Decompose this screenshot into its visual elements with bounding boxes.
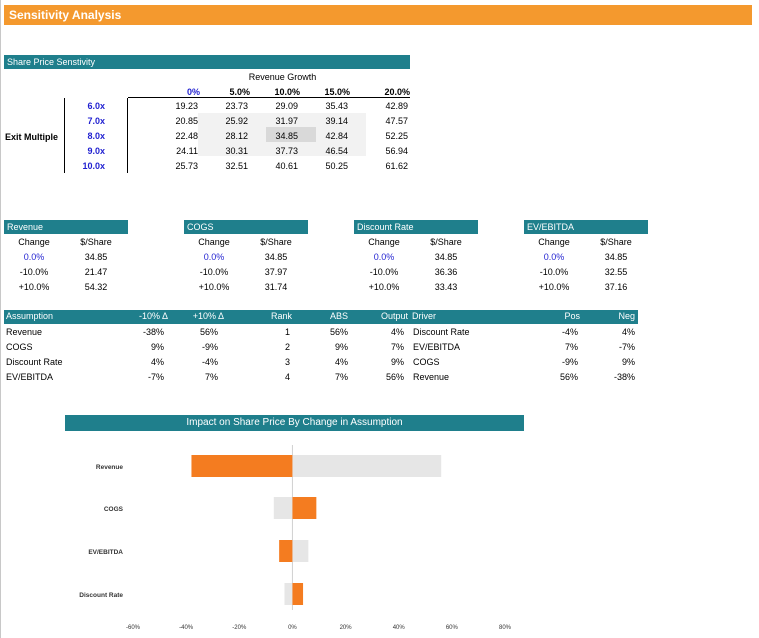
bar-cogs-s1	[273, 497, 293, 519]
x-tick-label: 0%	[288, 625, 297, 631]
x-tick-label: 60%	[446, 625, 459, 631]
category-label: COGS	[104, 506, 124, 513]
bar-revenue-s1	[292, 455, 442, 477]
bar-discount-rate-s0	[292, 583, 304, 605]
x-tick-label: 20%	[340, 625, 353, 631]
x-tick-label: 40%	[393, 625, 406, 631]
x-tick-label: 80%	[499, 625, 512, 631]
x-tick-label: -40%	[179, 625, 194, 631]
category-label: EV/EBITDA	[88, 549, 123, 556]
category-label: Discount Rate	[79, 592, 123, 599]
x-tick-label: -60%	[126, 625, 141, 631]
x-tick-label: -20%	[232, 625, 247, 631]
impact-chart: Revenue COGS EV/EBITDA Discount Rate -60% -40…	[79, 445, 512, 631]
bar-cogs-s0	[292, 497, 317, 519]
bar-ev-ebitda-s0	[279, 540, 293, 562]
category-label: Revenue	[96, 464, 123, 471]
bar-ev-ebitda-s1	[292, 540, 309, 562]
bar-discount-rate-s1	[284, 583, 293, 605]
bar-revenue-s0	[191, 455, 293, 477]
